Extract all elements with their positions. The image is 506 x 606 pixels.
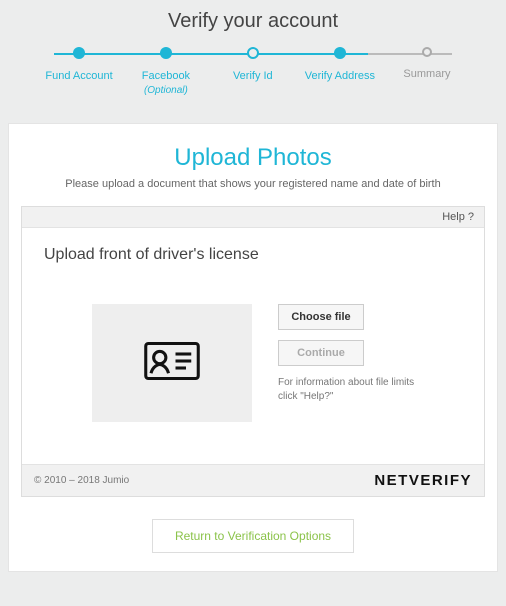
return-to-options-button[interactable]: Return to Verification Options [152,519,354,553]
step-facebook[interactable]: Facebook (Optional) [131,47,201,98]
upload-card: Upload Photos Please upload a document t… [8,123,498,572]
step-dot-icon [73,47,85,59]
step-label: Facebook (Optional) [142,69,190,98]
upload-prompt: Upload front of driver's license [44,246,462,264]
continue-button[interactable]: Continue [278,340,364,366]
step-label: Fund Account [45,69,112,83]
step-dot-future-icon [422,47,432,57]
step-summary: Summary [392,47,462,98]
netverify-logo: NETVERIFY [374,472,472,489]
choose-file-button[interactable]: Choose file [278,304,364,330]
step-fund-account[interactable]: Fund Account [44,47,114,98]
step-label: Verify Address [305,69,375,83]
progress-stepper: Fund Account Facebook (Optional) Verify … [44,47,462,97]
card-title: Upload Photos [21,144,485,172]
copyright-text: © 2010 – 2018 Jumio [34,475,129,486]
step-dot-icon [160,47,172,59]
step-label: Summary [403,67,450,81]
step-sublabel: (Optional) [144,85,188,96]
document-preview [92,304,252,422]
step-dot-icon [334,47,346,59]
step-label: Verify Id [233,69,273,83]
upload-widget: Help ? Upload front of driver's license [21,206,485,497]
step-dot-current-icon [247,47,259,59]
page-title: Verify your account [0,0,506,47]
card-subtitle: Please upload a document that shows your… [21,178,485,190]
help-link[interactable]: Help ? [22,207,484,228]
step-verify-address[interactable]: Verify Address [305,47,375,98]
step-verify-id[interactable]: Verify Id [218,47,288,98]
id-card-icon [144,340,200,387]
file-limits-hint: For information about file limits click … [278,376,418,404]
